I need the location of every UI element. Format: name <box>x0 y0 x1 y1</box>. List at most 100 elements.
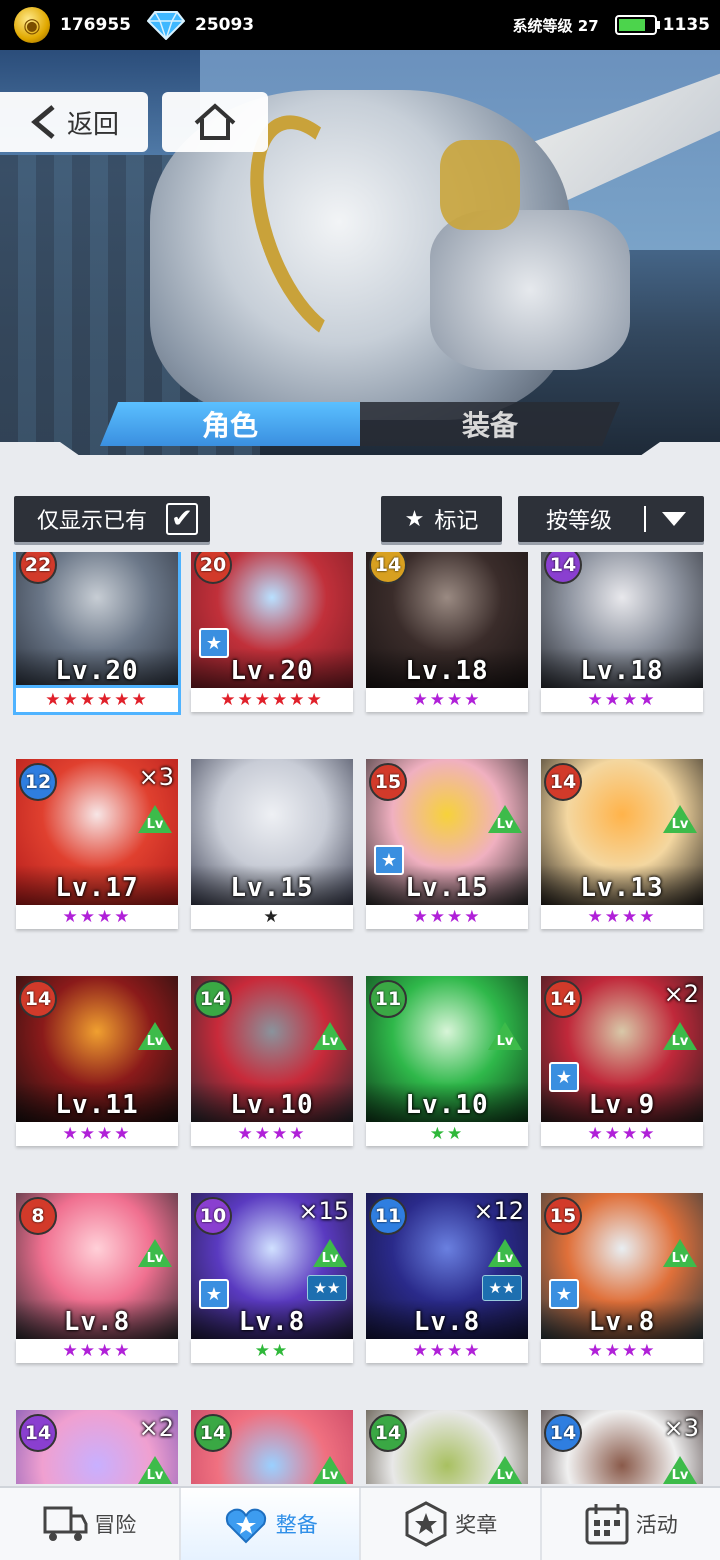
rarity-stars: ★★ <box>366 1122 528 1146</box>
back-button[interactable]: 返回 <box>0 92 148 152</box>
rarity-stars: ★★ <box>191 1339 353 1363</box>
character-level: Lv.8 <box>238 1307 306 1337</box>
evolve-icon: ★★ <box>307 1275 347 1301</box>
mech-gold-plate <box>440 140 520 230</box>
sort-dropdown-label: 按等级 <box>546 509 613 534</box>
level-up-label: Lv <box>671 1251 689 1266</box>
character-card[interactable]: 22 Lv.20 ★★★★★★ <box>16 552 178 720</box>
level-up-label: Lv <box>671 1034 689 1049</box>
character-card[interactable]: 8 Lv Lv.8 ★★★★ <box>16 1193 178 1371</box>
character-card[interactable]: 14 Lv <box>366 1410 528 1484</box>
character-card[interactable]: 12 ×3 Lv Lv.17 ★★★★ <box>16 759 178 937</box>
truck-icon <box>43 1506 88 1541</box>
owned-only-checkbox[interactable]: ✔ <box>166 503 198 535</box>
character-card[interactable]: 11 ×12 Lv ★★ Lv.8 ★★★★ <box>366 1193 528 1371</box>
system-level-value: 27 <box>577 16 599 35</box>
character-portrait: 12 ×3 Lv Lv.17 <box>16 759 178 905</box>
character-card[interactable]: 14 Lv.18 ★★★★ <box>366 552 528 720</box>
mark-filter-button[interactable]: ★ 标记 <box>381 496 502 542</box>
level-up-label: Lv <box>146 817 164 832</box>
sort-dropdown[interactable]: 按等级 <box>518 496 704 542</box>
nav-events[interactable]: 活动 <box>542 1488 720 1560</box>
rank-badge: 14 <box>194 980 232 1018</box>
calendar-icon <box>585 1504 629 1545</box>
character-card[interactable]: 15 Lv ★ Lv.8 ★★★★ <box>541 1193 703 1371</box>
rarity-stars: ★★★★ <box>191 1122 353 1146</box>
mark-star-icon: ★ <box>549 1062 579 1092</box>
nav-medals-label: 奖章 <box>455 1513 498 1537</box>
character-portrait: 8 Lv Lv.8 <box>16 1193 178 1339</box>
character-card[interactable]: 14 Lv.18 ★★★★ <box>541 552 703 720</box>
character-card[interactable]: 14 ×2 Lv ★ Lv.9 ★★★★ <box>541 976 703 1154</box>
character-card[interactable]: 15 Lv ★ Lv.15 ★★★★ <box>366 759 528 937</box>
nav-prepare[interactable]: 整备 <box>180 1488 361 1560</box>
character-card[interactable]: 11 Lv Lv.10 ★★ <box>366 976 528 1154</box>
dropdown-arrow-icon <box>662 512 686 526</box>
level-up-label: Lv <box>146 1468 164 1483</box>
character-portrait: 14 ×2 Lv <box>16 1410 178 1484</box>
tab-characters[interactable]: 角色 <box>100 402 360 446</box>
home-button[interactable] <box>162 92 268 152</box>
rarity-stars: ★★★★ <box>541 1122 703 1146</box>
level-up-label: Lv <box>321 1034 339 1049</box>
level-up-icon: Lv <box>488 805 522 833</box>
battery-icon <box>614 15 660 35</box>
filter-row: 仅显示已有 ✔ ★ 标记 按等级 <box>0 496 720 542</box>
mark-star-icon: ★ <box>549 1279 579 1309</box>
duplicate-count: ×15 <box>298 1197 349 1225</box>
rarity-stars: ★★★★ <box>366 688 528 712</box>
level-up-icon: Lv <box>313 1239 347 1267</box>
top-status-bar: ◉ 176955 25093 系统等级 27 1135 <box>0 0 720 50</box>
level-up-label: Lv <box>146 1034 164 1049</box>
level-up-label: Lv <box>496 1034 514 1049</box>
character-level: Lv.13 <box>580 873 664 903</box>
level-up-label: Lv <box>496 817 514 832</box>
system-level-label: 系统等级 <box>512 16 573 35</box>
rank-badge: 8 <box>19 1197 57 1235</box>
owned-only-toggle[interactable]: 仅显示已有 ✔ <box>14 496 210 542</box>
coin-count: 176955 <box>60 15 131 35</box>
nav-adventure[interactable]: 冒险 <box>0 1488 181 1560</box>
character-portrait: 15 Lv ★ Lv.15 <box>366 759 528 905</box>
tab-strip: 角色 装备 <box>0 390 720 470</box>
character-portrait: Lv.15 <box>191 759 353 905</box>
character-card[interactable]: Lv.15 ★ <box>191 759 353 937</box>
character-level: Lv.15 <box>230 873 314 903</box>
mark-star-icon: ★ <box>199 628 229 658</box>
character-card[interactable]: 14 ×2 Lv <box>16 1410 178 1484</box>
level-up-label: Lv <box>146 1251 164 1266</box>
tab-characters-label: 角色 <box>201 409 258 442</box>
rarity-stars: ★★★★ <box>16 1339 178 1363</box>
rank-badge: 15 <box>369 763 407 801</box>
character-card[interactable]: 14 Lv <box>191 1410 353 1484</box>
character-portrait: 14 Lv <box>191 1410 353 1484</box>
level-up-icon: Lv <box>488 1456 522 1484</box>
character-card[interactable]: 10 ×15 Lv ★★ ★ Lv.8 ★★ <box>191 1193 353 1371</box>
rarity-stars: ★★★★ <box>541 1339 703 1363</box>
rarity-stars: ★★★★ <box>16 1122 178 1146</box>
mark-filter-label: 标记 <box>434 509 479 534</box>
duplicate-count: ×3 <box>138 763 174 791</box>
character-portrait: 15 Lv ★ Lv.8 <box>541 1193 703 1339</box>
gem-count: 25093 <box>194 15 255 35</box>
nav-prepare-label: 整备 <box>275 1513 318 1537</box>
nav-medals[interactable]: 奖章 <box>361 1488 542 1560</box>
heart-crest-icon <box>225 1508 266 1544</box>
tab-equipment[interactable]: 装备 <box>360 402 620 446</box>
character-grid[interactable]: 22 Lv.20 ★★★★★★ 20 ★ Lv.20 ★★★★★★ 14 Lv.18 ★★★★ 14… <box>0 552 720 1484</box>
character-card[interactable]: 20 ★ Lv.20 ★★★★★★ <box>191 552 353 720</box>
character-card[interactable]: 14 Lv Lv.10 ★★★★ <box>191 976 353 1154</box>
rarity-stars: ★★★★ <box>16 905 178 929</box>
character-card[interactable]: 14 ×3 Lv <box>541 1410 703 1484</box>
character-level: Lv.9 <box>588 1090 656 1120</box>
rank-badge: 12 <box>19 763 57 801</box>
character-level: Lv.20 <box>230 656 314 686</box>
character-card[interactable]: 14 Lv Lv.11 ★★★★ <box>16 976 178 1154</box>
character-portrait: 14 ×3 Lv <box>541 1410 703 1484</box>
character-card[interactable]: 14 Lv Lv.13 ★★★★ <box>541 759 703 937</box>
character-level: Lv.18 <box>405 656 489 686</box>
owned-only-label: 仅显示已有 <box>36 509 147 534</box>
character-portrait: 14 Lv.18 <box>366 552 528 688</box>
level-up-icon: Lv <box>313 1456 347 1484</box>
star-icon: ★ <box>404 506 425 532</box>
